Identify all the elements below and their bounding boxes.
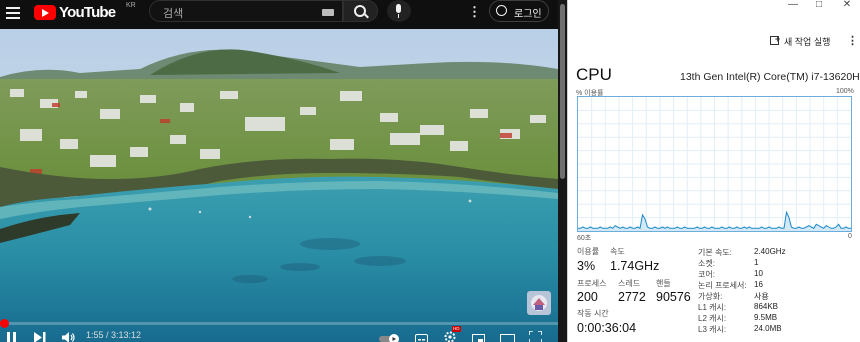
spec-value: 10 <box>754 269 763 278</box>
scrollbar-thumb[interactable] <box>560 4 565 179</box>
spec-key: 코어: <box>698 270 715 279</box>
handles-label: 핸들 <box>656 279 671 288</box>
search-icon <box>354 5 366 17</box>
spec-key: 소켓: <box>698 259 715 268</box>
youtube-window: YouTube KR 검색 ⋮ 로그인 1:55 / 3:13:12 HD <box>0 0 567 342</box>
spec-key: L1 캐시: <box>698 303 727 312</box>
miniplayer-icon[interactable] <box>472 331 485 342</box>
spec-value: 1 <box>754 258 759 267</box>
youtube-header: YouTube KR 검색 ⋮ 로그인 <box>0 0 560 26</box>
menu-icon[interactable] <box>6 5 20 19</box>
voice-search-button[interactable] <box>387 0 411 22</box>
spec-key: L2 캐시: <box>698 314 727 323</box>
autoplay-toggle-icon[interactable] <box>379 331 401 342</box>
uptime-label: 작동 시간 <box>577 309 609 318</box>
threads-value: 2772 <box>618 290 646 304</box>
keyboard-icon[interactable] <box>322 9 334 16</box>
login-button[interactable]: 로그인 <box>489 0 549 22</box>
threads-label: 스레드 <box>618 279 641 288</box>
close-icon[interactable]: ✕ <box>840 0 854 10</box>
progress-scrubber[interactable] <box>0 319 9 328</box>
spec-key: 가상화: <box>698 292 723 301</box>
spec-value: 16 <box>754 280 763 289</box>
channel-watermark[interactable] <box>527 291 551 315</box>
run-new-task-label: 새 작업 실행 <box>784 37 831 47</box>
region-code: KR <box>126 2 136 9</box>
maximize-icon[interactable]: □ <box>812 0 826 10</box>
search-button[interactable] <box>343 0 378 22</box>
max-axis-label: 100% <box>836 88 854 95</box>
more-options-icon[interactable]: ⋮ <box>847 34 858 47</box>
volume-icon[interactable] <box>62 330 76 342</box>
uptime-value: 0:00:36:04 <box>577 321 637 335</box>
search-placeholder: 검색 <box>163 8 184 20</box>
spec-value: 9.5MB <box>754 313 778 322</box>
min-axis-label: 0 <box>848 233 852 240</box>
cpu-usage-graph <box>577 96 852 232</box>
spec-key: 논리 프로세서: <box>698 281 747 290</box>
spec-key: 기본 속도: <box>698 248 732 257</box>
video-progress-bar[interactable] <box>0 319 558 328</box>
processes-label: 프로세스 <box>577 279 607 288</box>
mic-icon <box>396 4 401 13</box>
page-title: CPU <box>576 65 612 84</box>
utilization-label: 이용률 <box>577 247 600 256</box>
speed-label: 속도 <box>610 247 625 256</box>
youtube-play-icon <box>34 5 56 20</box>
video-frame <box>0 29 558 342</box>
more-options-icon[interactable]: ⋮ <box>468 5 481 19</box>
spec-key: L3 캐시: <box>698 325 727 334</box>
login-label: 로그인 <box>514 9 542 20</box>
youtube-logo-text: YouTube <box>59 4 116 21</box>
pause-icon[interactable] <box>7 330 19 342</box>
video-player[interactable] <box>0 29 558 342</box>
search-input[interactable]: 검색 <box>149 0 343 22</box>
spec-value: 2.40GHz <box>754 247 786 256</box>
video-time-display: 1:55 / 3:13:12 <box>86 330 142 340</box>
processes-value: 200 <box>577 290 598 304</box>
theater-icon[interactable] <box>500 331 515 342</box>
page-scrollbar[interactable] <box>558 0 567 342</box>
account-icon <box>496 5 507 16</box>
spec-value: 사용 <box>754 292 769 301</box>
fullscreen-icon[interactable] <box>528 330 543 342</box>
spec-value: 24.0MB <box>754 324 782 333</box>
subtitles-icon[interactable] <box>415 331 428 342</box>
hd-badge: HD <box>452 326 461 332</box>
time-span-label: 60초 <box>577 235 592 242</box>
utilization-value: 3% <box>577 259 596 273</box>
handles-value: 90576 <box>656 290 691 304</box>
speed-value: 1.74GHz <box>610 259 660 273</box>
next-icon[interactable] <box>34 330 46 342</box>
minimize-icon[interactable]: — <box>786 0 800 10</box>
spec-value: 864KB <box>754 302 779 311</box>
cpu-model: 13th Gen Intel(R) Core(TM) i7-13620H <box>680 71 860 83</box>
new-task-icon <box>770 34 780 45</box>
